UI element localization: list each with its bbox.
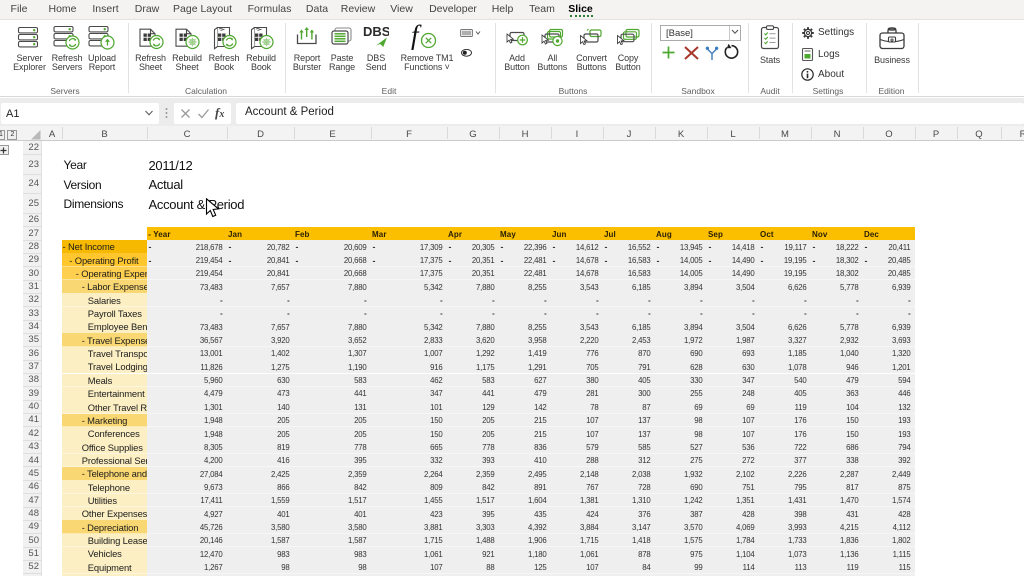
svg-text:DBS: DBS	[363, 25, 389, 39]
svg-text:f: f	[411, 24, 422, 50]
